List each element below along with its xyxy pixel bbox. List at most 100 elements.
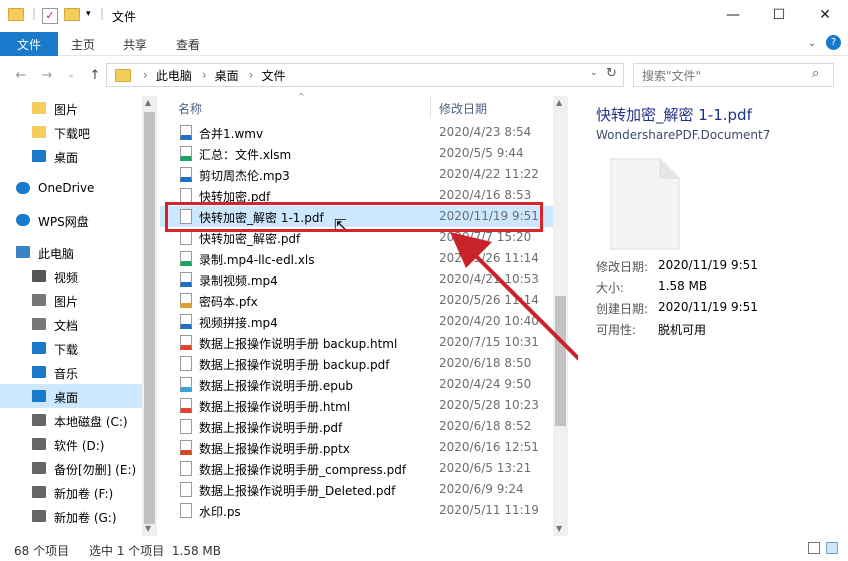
help-icon[interactable]: ?: [826, 35, 841, 50]
search-icon[interactable]: ⌕: [812, 66, 819, 81]
file-row[interactable]: 数据上报操作说明手册_compress.pdf 2020/6/5 13:21: [160, 458, 553, 479]
documents-folder-icon: [32, 318, 46, 330]
file-row[interactable]: 数据上报操作说明手册.pdf 2020/6/18 8:52: [160, 416, 553, 437]
file-row[interactable]: 汇总：文件.xlsm 2020/5/5 9:44: [160, 143, 553, 164]
close-button[interactable]: ✕: [802, 0, 848, 30]
nav-item[interactable]: 备份[勿删] (E:): [0, 456, 142, 480]
column-divider[interactable]: [430, 96, 431, 118]
tab-home[interactable]: 主页: [71, 32, 95, 56]
address-bar[interactable]: › 此电脑 › 桌面 › 文件: [106, 63, 624, 87]
file-date: 2020/5/11 11:19: [439, 503, 539, 517]
new-folder-icon[interactable]: [64, 8, 80, 24]
drive-icon: [32, 486, 46, 498]
column-header-name[interactable]: 名称: [178, 100, 202, 117]
nav-item-label: OneDrive: [38, 181, 95, 195]
file-name: 快转加密_解密.pdf: [199, 232, 301, 246]
file-date: 2020/6/18 8:52: [439, 419, 532, 433]
file-row[interactable]: 数据上报操作说明手册.html 2020/5/28 10:23: [160, 395, 553, 416]
cloud-icon: [16, 182, 30, 194]
address-dropdown-icon[interactable]: ⌄: [590, 68, 598, 78]
prop-value: 1.58 MB: [658, 279, 708, 293]
folder-icon: [115, 68, 131, 82]
large-icons-view-icon[interactable]: [826, 542, 838, 554]
nav-item[interactable]: 新加卷 (G:): [0, 504, 142, 528]
nav-item-label: 新加卷 (F:): [54, 487, 114, 501]
file-name: 数据上报操作说明手册.pptx: [199, 442, 350, 456]
cloud-icon: [16, 214, 30, 226]
nav-item-label: 桌面: [54, 391, 79, 405]
nav-item[interactable]: 桌面: [0, 144, 142, 168]
file-row[interactable]: 数据上报操作说明手册.pptx 2020/6/16 12:51: [160, 437, 553, 458]
mouse-cursor-icon: ⇱: [334, 216, 347, 234]
file-date: 2020/4/16 8:53: [439, 188, 532, 202]
back-arrow-icon[interactable]: ←: [12, 66, 30, 84]
file-name: 数据上报操作说明手册.html: [199, 400, 351, 414]
file-name: 汇总：文件.xlsm: [199, 148, 292, 162]
video-file-icon: [180, 314, 192, 329]
column-header-date[interactable]: 修改日期: [439, 100, 487, 117]
file-row[interactable]: 数据上报操作说明手册_Deleted.pdf 2020/6/9 9:24: [160, 479, 553, 500]
nav-item[interactable]: 图片: [0, 96, 142, 120]
drive-icon: [32, 462, 46, 474]
nav-item-label: 新加卷 (G:): [54, 511, 117, 525]
nav-item-label: 软件 (D:): [54, 439, 105, 453]
file-row[interactable]: 数据上报操作说明手册.epub 2020/4/24 9:50: [160, 374, 553, 395]
file-name: 密码本.pfx: [199, 295, 258, 309]
nav-item[interactable]: 此电脑: [0, 240, 142, 264]
nav-item-label: 本地磁盘 (C:): [54, 415, 128, 429]
nav-item[interactable]: 下载: [0, 336, 142, 360]
breadcrumb-this-pc[interactable]: 此电脑: [156, 67, 192, 84]
tab-file[interactable]: 文件: [0, 32, 58, 56]
desktop-icon: [32, 390, 46, 402]
nav-item[interactable]: 视频: [0, 264, 142, 288]
folder-icon: [32, 126, 46, 138]
nav-item[interactable]: 图片: [0, 288, 142, 312]
details-view-icon[interactable]: [808, 542, 820, 554]
breadcrumb-desktop[interactable]: 桌面: [215, 67, 239, 84]
nav-item[interactable]: OneDrive: [0, 176, 142, 200]
expand-ribbon-icon[interactable]: ⌄: [808, 38, 816, 49]
preview-filetype: WondersharePDF.Document7: [596, 128, 771, 142]
tab-share[interactable]: 共享: [123, 32, 147, 56]
nav-item[interactable]: 软件 (D:): [0, 432, 142, 456]
search-input[interactable]: 搜索"文件": [633, 63, 834, 87]
tab-view[interactable]: 查看: [176, 32, 200, 56]
properties-icon[interactable]: ✓: [42, 8, 58, 24]
scroll-up-icon[interactable]: ▲: [145, 98, 151, 107]
file-name: 水印.ps: [199, 505, 241, 519]
refresh-icon[interactable]: ↻: [606, 66, 617, 81]
prop-value: 脱机可用: [658, 323, 707, 337]
nav-item[interactable]: 下载吧: [0, 120, 142, 144]
nav-item[interactable]: 新加卷 (F:): [0, 480, 142, 504]
nav-item[interactable]: 本地磁盘 (C:): [0, 408, 142, 432]
scroll-down-icon[interactable]: ▼: [556, 524, 562, 533]
maximize-button[interactable]: ☐: [756, 0, 802, 30]
minimize-button[interactable]: —: [710, 0, 756, 30]
file-date: 2020/6/5 13:21: [439, 461, 532, 475]
file-name: 视频拼接.mp4: [199, 316, 278, 330]
file-name: 录制.mp4-llc-edl.xls: [199, 253, 315, 267]
recent-locations-icon[interactable]: ⌄: [62, 66, 80, 84]
download-icon: [32, 342, 46, 354]
quick-access-dropdown-icon[interactable]: ▾: [86, 9, 91, 19]
breadcrumb-sep: ›: [248, 68, 254, 82]
preview-filename: 快转加密_解密 1-1.pdf: [596, 106, 752, 124]
nav-item[interactable]: 文档: [0, 312, 142, 336]
nav-item[interactable]: WPS网盘: [0, 208, 142, 232]
annotation-arrow: [450, 232, 582, 362]
prop-label: 修改日期:: [596, 260, 649, 274]
nav-item[interactable]: 桌面: [0, 384, 142, 408]
scroll-up-icon[interactable]: ▲: [556, 98, 562, 107]
scroll-down-icon[interactable]: ▼: [145, 524, 151, 533]
nav-item[interactable]: 音乐: [0, 360, 142, 384]
prop-label: 创建日期:: [596, 302, 649, 316]
file-row[interactable]: 合并1.wmv 2020/4/23 8:54: [160, 122, 553, 143]
nav-item-label: 图片: [54, 295, 79, 309]
file-row[interactable]: 剪切周杰伦.mp3 2020/4/22 11:22: [160, 164, 553, 185]
file-row[interactable]: 水印.ps 2020/5/11 11:19: [160, 500, 553, 521]
separator: |: [32, 6, 37, 20]
forward-arrow-icon[interactable]: →: [38, 66, 56, 84]
nav-scrollbar-thumb[interactable]: [144, 112, 155, 524]
up-arrow-icon[interactable]: ↑: [86, 66, 104, 84]
breadcrumb-files[interactable]: 文件: [261, 67, 285, 84]
